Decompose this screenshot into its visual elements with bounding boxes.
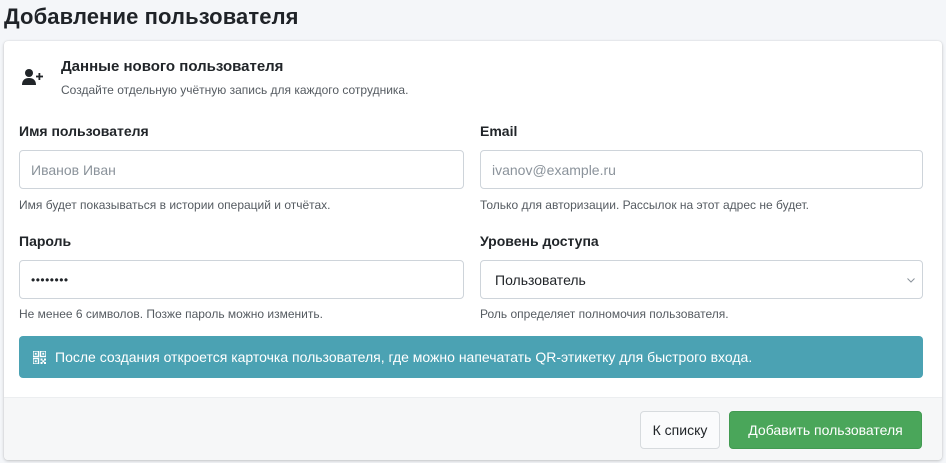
add-user-button[interactable]: Добавить пользователя	[729, 411, 922, 449]
card-header: Данные нового пользователя Создайте отде…	[4, 41, 942, 111]
card-subtitle: Создайте отдельную учётную запись для ка…	[61, 83, 409, 97]
card-title: Данные нового пользователя	[61, 58, 284, 75]
page-title: Добавление пользователя	[4, 4, 299, 29]
chevron-down-icon	[907, 278, 915, 283]
email-hint: Только для авторизации. Рассылок на этот…	[480, 198, 809, 212]
page: Добавление пользователя Данные нового по…	[0, 0, 946, 463]
access-level-label: Уровень доступа	[480, 233, 599, 249]
username-input[interactable]	[19, 150, 464, 189]
email-label: Email	[480, 123, 518, 139]
email-input[interactable]	[480, 150, 923, 189]
user-form-card: Данные нового пользователя Создайте отде…	[4, 41, 942, 460]
username-label: Имя пользователя	[19, 123, 149, 139]
access-level-hint: Роль определяет полномочия пользователя.	[480, 307, 729, 321]
info-text: После создания откроется карточка пользо…	[55, 349, 753, 365]
password-label: Пароль	[19, 233, 72, 249]
username-hint: Имя будет показываться в истории операци…	[19, 198, 331, 212]
access-level-select[interactable]: Пользователь	[480, 260, 923, 299]
card-footer: К списку Добавить пользователя	[4, 397, 942, 460]
password-hint: Не менее 6 символов. Позже пароль можно …	[19, 307, 323, 321]
password-input[interactable]: ••••••••	[19, 260, 464, 299]
back-to-list-button[interactable]: К списку	[640, 411, 720, 449]
password-value: ••••••••	[31, 272, 69, 287]
access-level-value: Пользователь	[495, 271, 586, 288]
user-plus-icon	[22, 69, 43, 85]
info-alert: После создания откроется карточка пользо…	[19, 336, 923, 378]
qr-code-icon	[33, 350, 46, 364]
